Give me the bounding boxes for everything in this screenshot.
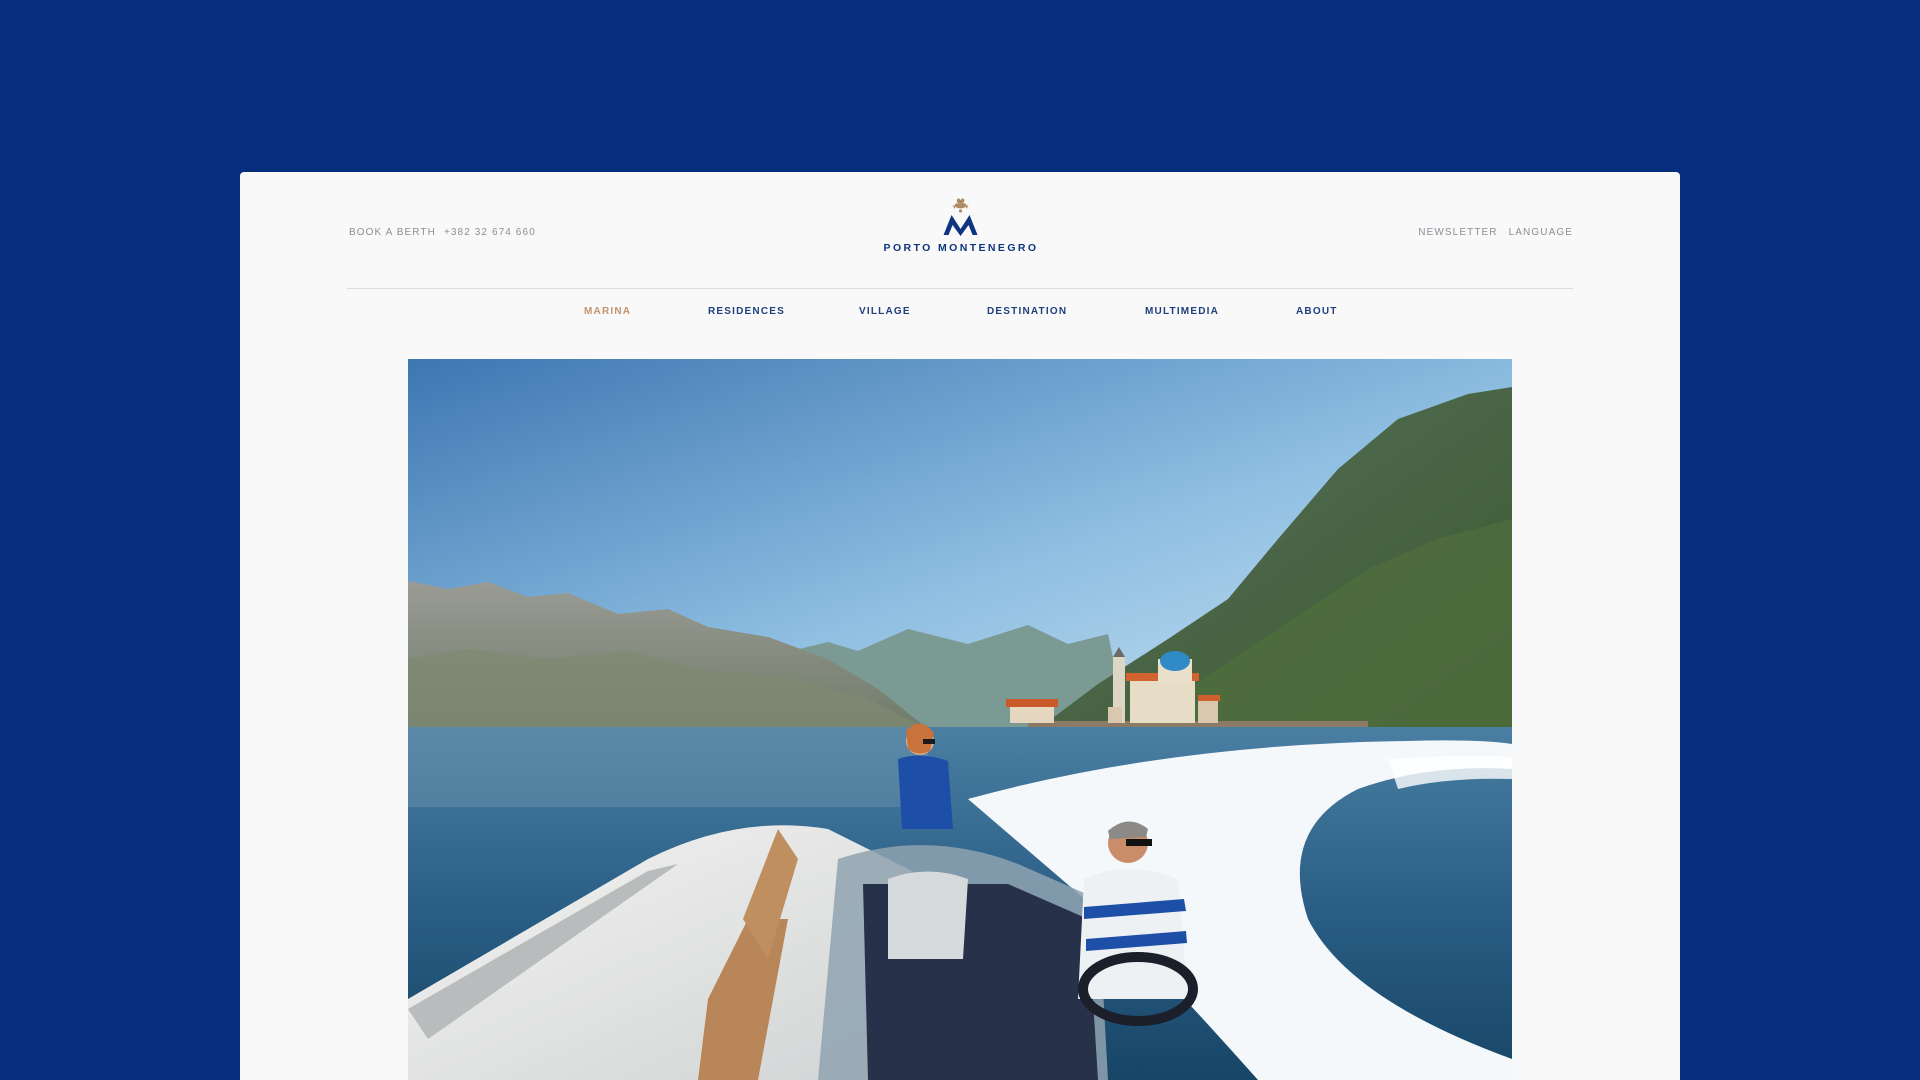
main-nav: MARINA RESIDENCES VILLAGE DESTINATION MU… [240,306,1680,326]
language-link[interactable]: LANGUAGE [1509,227,1573,238]
phone-number-link[interactable]: +382 32 674 660 [444,227,536,238]
site-window: BOOK A BERTH +382 32 674 660 PORTO MONTE… [240,172,1680,1080]
book-a-berth-link[interactable]: BOOK A BERTH [349,227,436,238]
logo-wordmark: PORTO MONTENEGRO [883,242,1039,254]
hero-photo [408,359,1512,1080]
header-divider [347,288,1573,289]
newsletter-link[interactable]: NEWSLETTER [1418,227,1497,238]
header-utility-right: NEWSLETTER LANGUAGE [1418,227,1573,238]
nav-item-about[interactable]: ABOUT [1296,306,1338,317]
nav-item-multimedia[interactable]: MULTIMEDIA [1145,306,1219,317]
header-utility-left: BOOK A BERTH +382 32 674 660 [349,227,536,238]
nav-item-marina[interactable]: MARINA [584,306,631,317]
hero-image [408,359,1512,1080]
nav-item-residences[interactable]: RESIDENCES [708,306,785,317]
site-logo[interactable]: PORTO MONTENEGRO [884,198,1039,254]
crest-m-logo-icon [943,198,978,236]
nav-item-destination[interactable]: DESTINATION [987,306,1067,317]
nav-item-village[interactable]: VILLAGE [859,306,911,317]
header: BOOK A BERTH +382 32 674 660 PORTO MONTE… [349,172,1573,289]
